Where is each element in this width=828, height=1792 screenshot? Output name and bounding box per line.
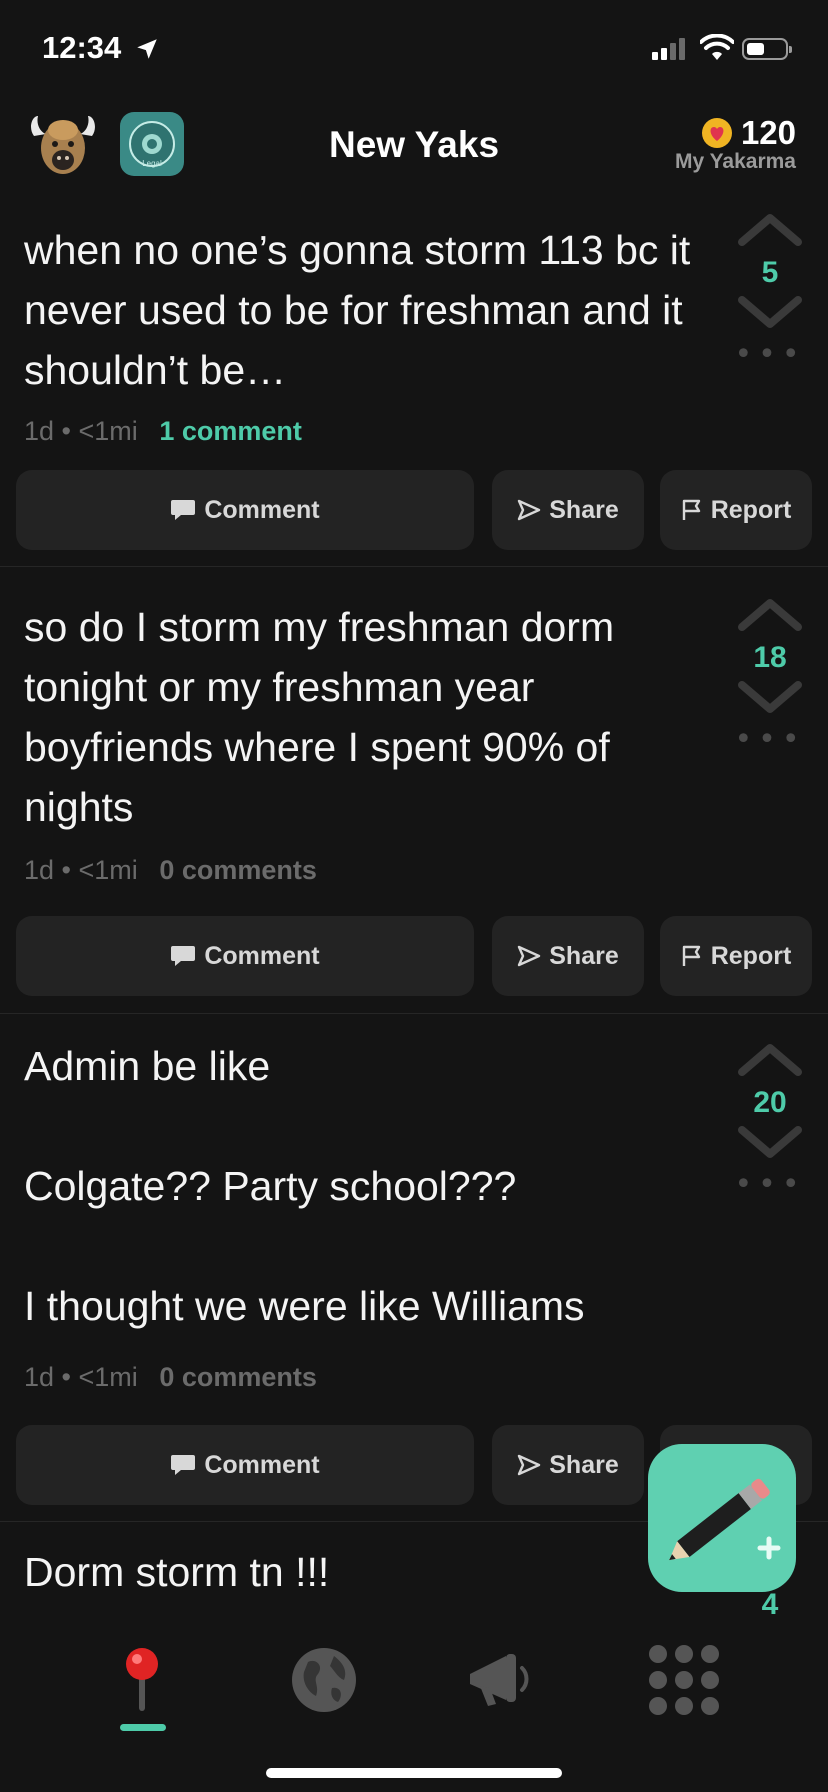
comment-icon bbox=[171, 500, 196, 520]
report-button-label: Report bbox=[710, 941, 792, 970]
more-options-icon[interactable]: ••• bbox=[732, 340, 808, 370]
comment-button[interactable]: Comment bbox=[16, 916, 474, 996]
more-options-icon[interactable]: ••• bbox=[732, 1170, 808, 1200]
header: Legal New Yaks 120 My Yakarma bbox=[0, 100, 828, 212]
report-button[interactable]: Report bbox=[660, 470, 812, 550]
vote-control: 4 bbox=[732, 1588, 808, 1622]
vote-control: 5 ••• bbox=[732, 212, 808, 370]
post-distance: <1mi bbox=[78, 416, 138, 446]
post-distance: <1mi bbox=[78, 855, 138, 885]
post-age: 1d bbox=[24, 1362, 55, 1392]
wifi-icon bbox=[700, 34, 734, 60]
upvote-icon[interactable] bbox=[738, 597, 802, 631]
post-text[interactable]: when no one’s gonna storm 113 bc it neve… bbox=[24, 220, 704, 400]
active-tab-indicator bbox=[120, 1724, 166, 1731]
comment-button[interactable]: Comment bbox=[16, 1425, 474, 1505]
more-options-icon[interactable]: ••• bbox=[732, 725, 808, 755]
share-button-label: Share bbox=[549, 1450, 619, 1479]
post-text[interactable]: so do I storm my freshman dorm tonight o… bbox=[24, 597, 704, 837]
share-button-label: Share bbox=[549, 941, 619, 970]
vote-control: 20 ••• bbox=[732, 1042, 808, 1200]
share-button-label: Share bbox=[549, 495, 619, 524]
status-bar: 12:34 bbox=[0, 0, 828, 100]
comment-icon bbox=[171, 946, 196, 966]
share-button[interactable]: Share bbox=[492, 1425, 644, 1505]
vote-count: 4 bbox=[761, 1588, 779, 1621]
signal-icon bbox=[652, 38, 685, 60]
pencil-plus-icon bbox=[669, 1478, 781, 1561]
flag-icon bbox=[682, 499, 700, 520]
post[interactable]: when no one’s gonna storm 113 bc it neve… bbox=[0, 212, 828, 567]
heart-icon bbox=[701, 118, 732, 148]
feed[interactable]: when no one’s gonna storm 113 bc it neve… bbox=[0, 212, 828, 1624]
post-age: 1d bbox=[24, 416, 55, 446]
comment-button-label: Comment bbox=[204, 495, 320, 524]
vote-count: 18 bbox=[753, 641, 787, 674]
vote-control: 18 ••• bbox=[732, 597, 808, 755]
globe-icon[interactable] bbox=[284, 1640, 364, 1720]
post-meta: 1d • <1mi 1 comment bbox=[24, 416, 302, 446]
post-meta: 1d • <1mi 0 comments bbox=[24, 1362, 317, 1392]
location-arrow-icon bbox=[137, 39, 157, 59]
post-meta: 1d • <1mi 0 comments bbox=[24, 855, 317, 885]
share-button[interactable]: Share bbox=[492, 470, 644, 550]
karma-value: 120 bbox=[740, 114, 796, 151]
comment-count-link[interactable]: 0 comments bbox=[159, 855, 317, 885]
share-icon bbox=[518, 1454, 541, 1476]
post-actions: Comment Share Report bbox=[16, 916, 812, 996]
share-icon bbox=[518, 945, 541, 967]
post-age: 1d bbox=[24, 855, 55, 885]
post-text[interactable]: Dorm storm tn !!! bbox=[24, 1542, 704, 1602]
post-actions: Comment Share Report bbox=[16, 470, 812, 550]
megaphone-icon[interactable] bbox=[462, 1640, 542, 1720]
share-button[interactable]: Share bbox=[492, 916, 644, 996]
upvote-icon[interactable] bbox=[738, 1042, 802, 1076]
report-button[interactable]: Report bbox=[660, 916, 812, 996]
report-button-label: Report bbox=[710, 495, 792, 524]
comment-icon bbox=[171, 1455, 196, 1475]
comment-count-link[interactable]: 1 comment bbox=[159, 416, 302, 446]
upvote-icon[interactable] bbox=[738, 212, 802, 246]
flag-icon bbox=[682, 945, 700, 966]
post[interactable]: so do I storm my freshman dorm tonight o… bbox=[0, 567, 828, 1014]
compose-button[interactable] bbox=[648, 1444, 796, 1592]
yakarma[interactable]: 120 My Yakarma bbox=[675, 114, 796, 174]
post-text[interactable]: Admin be like Colgate?? Party school??? … bbox=[24, 1036, 704, 1336]
vote-count: 5 bbox=[761, 256, 779, 289]
downvote-icon[interactable] bbox=[738, 296, 802, 330]
home-indicator bbox=[266, 1768, 562, 1778]
share-icon bbox=[518, 499, 541, 521]
status-time: 12:34 bbox=[42, 30, 122, 65]
comment-button[interactable]: Comment bbox=[16, 470, 474, 550]
post-distance: <1mi bbox=[78, 1362, 138, 1392]
downvote-icon[interactable] bbox=[738, 681, 802, 715]
comment-button-label: Comment bbox=[204, 941, 320, 970]
comment-button-label: Comment bbox=[204, 1450, 320, 1479]
comment-count-link[interactable]: 0 comments bbox=[159, 1362, 317, 1392]
battery-icon bbox=[742, 38, 792, 60]
vote-count: 20 bbox=[753, 1086, 787, 1119]
karma-label: My Yakarma bbox=[674, 150, 796, 173]
tab-bar bbox=[0, 1624, 828, 1792]
downvote-icon[interactable] bbox=[738, 1126, 802, 1160]
grid-icon[interactable] bbox=[644, 1640, 724, 1720]
pin-icon[interactable] bbox=[102, 1640, 182, 1720]
